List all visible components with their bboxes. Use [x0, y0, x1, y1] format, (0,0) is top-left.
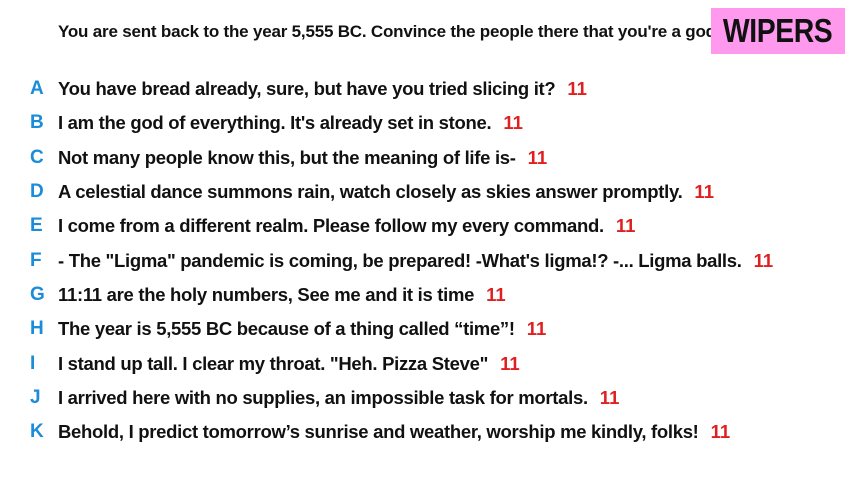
answer-score: 11 — [486, 283, 506, 305]
answer-score: 11 — [527, 146, 548, 168]
answer-score: 11 — [599, 386, 620, 408]
answer-text: Behold, I predict tomorrow’s sunrise and… — [58, 421, 699, 443]
answer-text: I come from a different realm. Please fo… — [58, 215, 604, 237]
answer-score: 11 — [500, 352, 520, 374]
answer-row: I I stand up tall. I clear my throat. "H… — [0, 346, 773, 380]
answer-letter: F — [30, 249, 42, 271]
answer-row: J I arrived here with no supplies, an im… — [0, 381, 773, 415]
answer-text: I am the god of everything. It's already… — [58, 112, 492, 134]
wipers-badge: WIPERS — [711, 8, 845, 54]
answer-letter: I — [30, 352, 36, 374]
answer-letter: E — [30, 215, 43, 237]
prompt-text: You are sent back to the year 5,555 BC. … — [58, 22, 721, 41]
answer-score: 11 — [753, 249, 774, 271]
answer-letter: K — [30, 421, 44, 443]
answer-score: 11 — [567, 78, 587, 100]
answer-text: A celestial dance summons rain, watch cl… — [58, 181, 683, 203]
answer-score: 11 — [526, 318, 547, 340]
answer-letter: J — [30, 386, 41, 408]
answer-row: H The year is 5,555 BC because of a thin… — [0, 312, 773, 346]
answer-score: 11 — [615, 215, 636, 237]
answer-row: C Not many people know this, but the mea… — [0, 141, 773, 175]
answer-row: D A celestial dance summons rain, watch … — [0, 175, 773, 209]
answer-text: I stand up tall. I clear my throat. "Heh… — [58, 352, 489, 374]
answer-letter: C — [30, 146, 44, 168]
answer-letter: G — [30, 283, 45, 305]
badge-label: WIPERS — [723, 12, 833, 49]
answer-text: You have bread already, sure, but have y… — [58, 78, 556, 100]
answer-text: 11:11 are the holy numbers, See me and i… — [58, 283, 475, 305]
answer-text: The year is 5,555 BC because of a thing … — [58, 318, 515, 340]
answer-row: K Behold, I predict tomorrow’s sunrise a… — [0, 415, 773, 449]
answer-row: G 11:11 are the holy numbers, See me and… — [0, 278, 773, 312]
answer-letter: B — [30, 112, 44, 134]
answer-list: A You have bread already, sure, but have… — [0, 72, 773, 449]
answer-letter: D — [30, 181, 44, 203]
answer-score: 11 — [694, 181, 714, 203]
answer-letter: A — [30, 78, 44, 100]
answer-row: A You have bread already, sure, but have… — [0, 72, 773, 106]
answer-row: F - The "Ligma" pandemic is coming, be p… — [0, 243, 773, 277]
answer-row: B I am the god of everything. It's alrea… — [0, 106, 773, 140]
answer-text: - The "Ligma" pandemic is coming, be pre… — [58, 249, 742, 271]
answer-score: 11 — [710, 421, 731, 443]
answer-text: Not many people know this, but the meani… — [58, 146, 516, 168]
answer-text: I arrived here with no supplies, an impo… — [58, 386, 588, 408]
answer-letter: H — [30, 318, 44, 340]
answer-score: 11 — [503, 112, 523, 134]
answer-row: E I come from a different realm. Please … — [0, 209, 773, 243]
